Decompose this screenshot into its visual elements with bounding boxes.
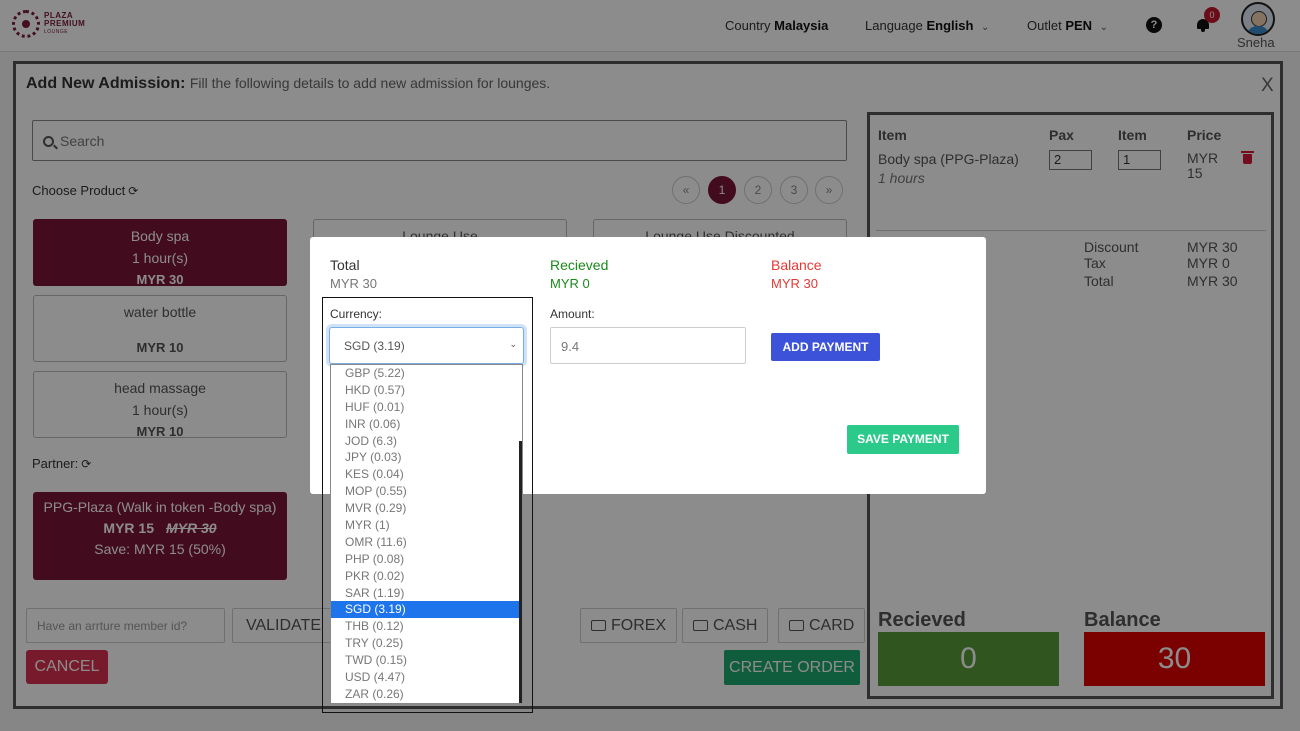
add-payment-button[interactable]: ADD PAYMENT [771, 333, 880, 361]
amount-label: Amount: [550, 307, 595, 321]
currency-option[interactable]: KES (0.04) [331, 466, 522, 483]
balance-value: MYR 30 [771, 276, 818, 291]
currency-option[interactable]: SGD (3.19) [331, 601, 522, 619]
save-payment-button[interactable]: SAVE PAYMENT [847, 425, 959, 454]
currency-option[interactable]: GBP (5.22) [331, 365, 522, 382]
currency-option[interactable]: HKD (0.57) [331, 382, 522, 399]
currency-option[interactable]: HUF (0.01) [331, 399, 522, 416]
currency-option[interactable]: TWD (0.15) [331, 652, 522, 669]
currency-option[interactable]: MVR (0.29) [331, 500, 522, 517]
currency-option[interactable]: THB (0.12) [331, 618, 522, 635]
currency-option[interactable]: MOP (0.55) [331, 483, 522, 500]
currency-option[interactable]: SAR (1.19) [331, 585, 522, 602]
dropdown-scrollbar[interactable] [519, 441, 522, 703]
balance-label: Balance [771, 257, 822, 273]
amount-input[interactable]: 9.4 [550, 327, 746, 364]
currency-option[interactable]: INR (0.06) [331, 416, 522, 433]
received-label: Recieved [550, 257, 609, 273]
currency-option[interactable]: JPY (0.03) [331, 449, 522, 466]
total-value: MYR 30 [330, 276, 377, 291]
currency-option[interactable]: USD (4.47) [331, 669, 522, 686]
total-label: Total [330, 257, 360, 273]
currency-option[interactable]: PHP (0.08) [331, 551, 522, 568]
currency-option[interactable]: JOD (6.3) [331, 433, 522, 450]
currency-option[interactable]: TRY (0.25) [331, 635, 522, 652]
currency-dropdown-list[interactable]: GBP (5.22) HKD (0.57) HUF (0.01) INR (0.06)… [330, 364, 523, 704]
currency-option[interactable]: ZAR (0.26) [331, 686, 522, 703]
received-value: MYR 0 [550, 276, 590, 291]
currency-option[interactable]: OMR (11.6) [331, 534, 522, 551]
currency-option[interactable]: PKR (0.02) [331, 568, 522, 585]
currency-option[interactable]: MYR (1) [331, 517, 522, 534]
